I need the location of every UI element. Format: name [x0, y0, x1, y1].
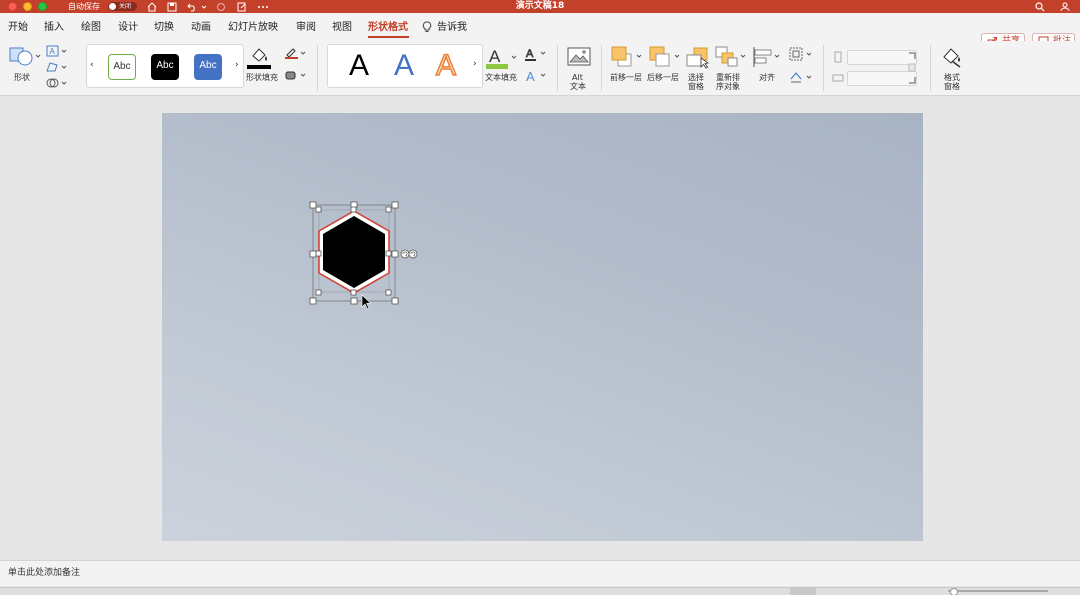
search-icon[interactable]: [1033, 0, 1047, 13]
wordart-gallery: A A A: [327, 44, 483, 88]
rotate-icon[interactable]: [788, 69, 814, 85]
zoom-slider-thumb[interactable]: [950, 588, 958, 595]
shape-width-icon: [832, 72, 844, 84]
normal-view-button[interactable]: [790, 588, 816, 595]
svg-text:A: A: [50, 47, 56, 56]
shape-effects-icon[interactable]: [284, 68, 308, 82]
lock-aspect-icon[interactable]: [906, 51, 918, 85]
autosave-toggle[interactable]: 关闭: [108, 2, 137, 11]
window-title: 演示文稿18: [515, 1, 565, 11]
shape-outline-icon[interactable]: [284, 46, 308, 60]
person-icon[interactable]: [1058, 0, 1072, 13]
align-label: 对齐: [759, 73, 775, 82]
shape-styles-gallery: ‹ Abc Abc Abc ›: [86, 44, 244, 88]
mouse-cursor-icon: [361, 294, 372, 310]
alt-text-icon[interactable]: [567, 46, 591, 68]
tab-review[interactable]: 审阅: [296, 21, 316, 35]
reorder-objects-icon[interactable]: [714, 45, 748, 69]
ribbon-divider: [317, 45, 318, 91]
tab-draw[interactable]: 绘图: [81, 21, 101, 35]
selection-pane-label-1: 选择: [688, 73, 704, 82]
shape-fill-label: 形状填充: [246, 73, 278, 82]
ribbon-divider: [601, 45, 602, 91]
tab-transitions[interactable]: 切换: [154, 21, 174, 35]
gallery-next-icon[interactable]: ›: [235, 60, 239, 70]
bring-forward-label: 前移一层: [610, 73, 642, 82]
toggle-knob: [109, 3, 116, 10]
svg-text:A: A: [526, 69, 535, 84]
send-backward-label: 后移一层: [647, 73, 679, 82]
edit-icon[interactable]: [235, 0, 249, 13]
ribbon: 形状 A ‹ Abc Abc Abc › 形状填充 A A A › A 文本填充…: [0, 41, 1080, 96]
tab-home[interactable]: 开始: [8, 21, 28, 35]
merge-shapes-icon[interactable]: [45, 76, 69, 90]
reorder-objects-label-2: 序对象: [716, 82, 740, 91]
tab-tell-me[interactable]: 告诉我: [437, 21, 467, 35]
selection-pane-label-2: 窗格: [688, 82, 704, 91]
minimize-window-button[interactable]: [23, 2, 32, 11]
selected-hexagon-shape[interactable]: [305, 197, 420, 312]
tab-design[interactable]: 设计: [118, 21, 138, 35]
gallery-prev-icon[interactable]: ‹: [90, 60, 94, 70]
shapes-icon[interactable]: [8, 45, 42, 67]
lightbulb-icon: [422, 21, 432, 38]
home-icon[interactable]: [145, 0, 159, 13]
shapes-label: 形状: [14, 73, 30, 82]
text-fill-label: 文本填充: [485, 73, 517, 82]
ribbon-divider: [823, 45, 824, 91]
shape-style-black[interactable]: Abc: [151, 54, 179, 80]
text-effects-icon[interactable]: A: [524, 68, 548, 84]
ribbon-divider: [930, 45, 931, 91]
zoom-slider[interactable]: [948, 590, 1048, 592]
ribbon-tabs: 开始 插入 绘图 设计 切换 动画 幻灯片放映 审阅 视图 形状格式 告诉我 共…: [0, 13, 1080, 50]
align-icon[interactable]: [752, 45, 782, 69]
edit-shape-icon[interactable]: [45, 60, 69, 74]
ribbon-divider: [557, 45, 558, 91]
alt-text-label-2: 文本: [570, 82, 586, 91]
text-box-icon[interactable]: A: [45, 44, 69, 58]
selection-pane-icon[interactable]: [686, 45, 712, 69]
redo-icon[interactable]: [214, 0, 228, 13]
reorder-objects-label-1: 重新排: [716, 73, 740, 82]
title-bar: 自动保存 关闭 演示文稿18: [0, 0, 1080, 13]
send-backward-icon[interactable]: [648, 45, 682, 69]
autosave-label: 自动保存: [68, 2, 100, 11]
wordart-style-orange[interactable]: A: [435, 48, 457, 83]
more-icon[interactable]: [256, 0, 270, 13]
svg-text:A: A: [526, 48, 534, 60]
format-pane-label-2: 窗格: [944, 82, 960, 91]
slide-canvas[interactable]: [162, 113, 923, 541]
alt-text-label-1: Alt: [572, 73, 583, 82]
notes-placeholder: 单击此处添加备注: [8, 568, 81, 578]
tab-shape-format[interactable]: 形状格式: [368, 21, 408, 35]
tab-view[interactable]: 视图: [332, 21, 352, 35]
tab-slideshow[interactable]: 幻灯片放映: [228, 21, 278, 35]
shape-fill-icon[interactable]: [247, 44, 273, 70]
wordart-style-blue[interactable]: A: [394, 49, 414, 83]
group-icon[interactable]: [788, 46, 814, 62]
svg-text:A: A: [489, 47, 501, 66]
text-fill-icon[interactable]: A: [486, 45, 518, 71]
zoom-window-button[interactable]: [38, 2, 47, 11]
format-pane-label-1: 格式: [944, 73, 960, 82]
tab-animations[interactable]: 动画: [191, 21, 211, 35]
undo-dropdown-icon[interactable]: [197, 0, 211, 13]
shape-style-outline[interactable]: Abc: [108, 54, 136, 80]
notes-pane[interactable]: 单击此处添加备注: [0, 560, 1080, 586]
rotate-handle-icon[interactable]: [400, 249, 418, 259]
wordart-style-black[interactable]: A: [349, 49, 369, 83]
active-tab-underline: [368, 36, 409, 38]
tab-insert[interactable]: 插入: [44, 21, 64, 35]
format-pane-icon[interactable]: [940, 45, 964, 69]
shape-height-icon: [832, 51, 844, 63]
save-icon[interactable]: [165, 0, 179, 13]
shape-style-blue[interactable]: Abc: [194, 54, 222, 80]
autosave-state: 关闭: [119, 3, 132, 10]
text-outline-icon[interactable]: A: [524, 46, 548, 62]
bring-forward-icon[interactable]: [610, 45, 644, 69]
close-window-button[interactable]: [8, 2, 17, 11]
wordart-next-icon[interactable]: ›: [473, 59, 477, 69]
status-bar: [0, 587, 1080, 595]
